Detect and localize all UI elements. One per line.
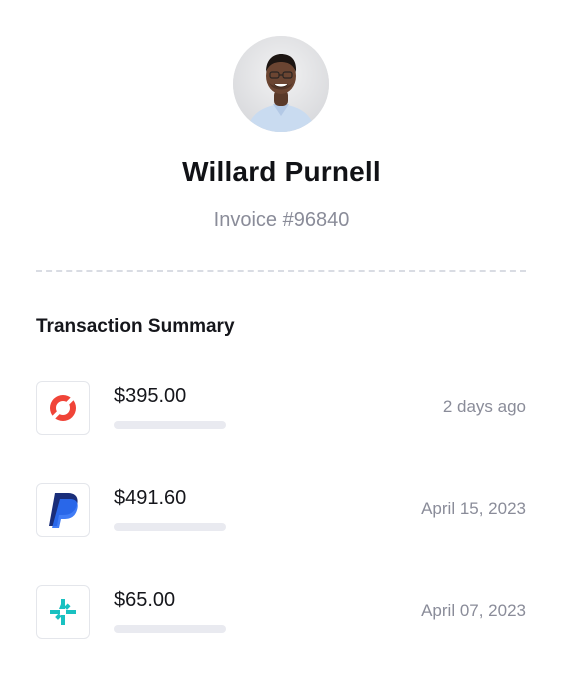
transaction-row[interactable]: $395.00 2 days ago	[36, 381, 526, 435]
person-avatar-icon	[233, 36, 329, 132]
placeholder-bar	[114, 523, 226, 531]
dashed-divider	[36, 270, 526, 272]
transaction-row[interactable]: $491.60 April 15, 2023	[36, 483, 526, 537]
transaction-date: April 15, 2023	[421, 499, 526, 518]
placeholder-bar	[114, 625, 226, 633]
transaction-amount: $491.60	[114, 487, 187, 509]
section-title: Transaction Summary	[36, 316, 235, 337]
teal-pinwheel-logo-icon	[36, 585, 90, 639]
placeholder-bar	[114, 421, 226, 429]
red-ring-logo-icon	[36, 381, 90, 435]
transaction-date: April 07, 2023	[421, 601, 526, 620]
invoice-number: Invoice #96840	[213, 209, 350, 231]
transaction-date: 2 days ago	[442, 397, 526, 416]
profile-name: Willard Purnell	[182, 156, 381, 187]
avatar	[233, 36, 329, 132]
transaction-amount: $395.00	[114, 385, 187, 407]
paypal-logo-icon	[36, 483, 90, 537]
transaction-row[interactable]: $65.00 April 07, 2023	[36, 585, 526, 639]
transaction-amount: $65.00	[114, 589, 176, 611]
invoice-card: Willard Purnell Invoice #96840 Transacti…	[0, 0, 563, 675]
